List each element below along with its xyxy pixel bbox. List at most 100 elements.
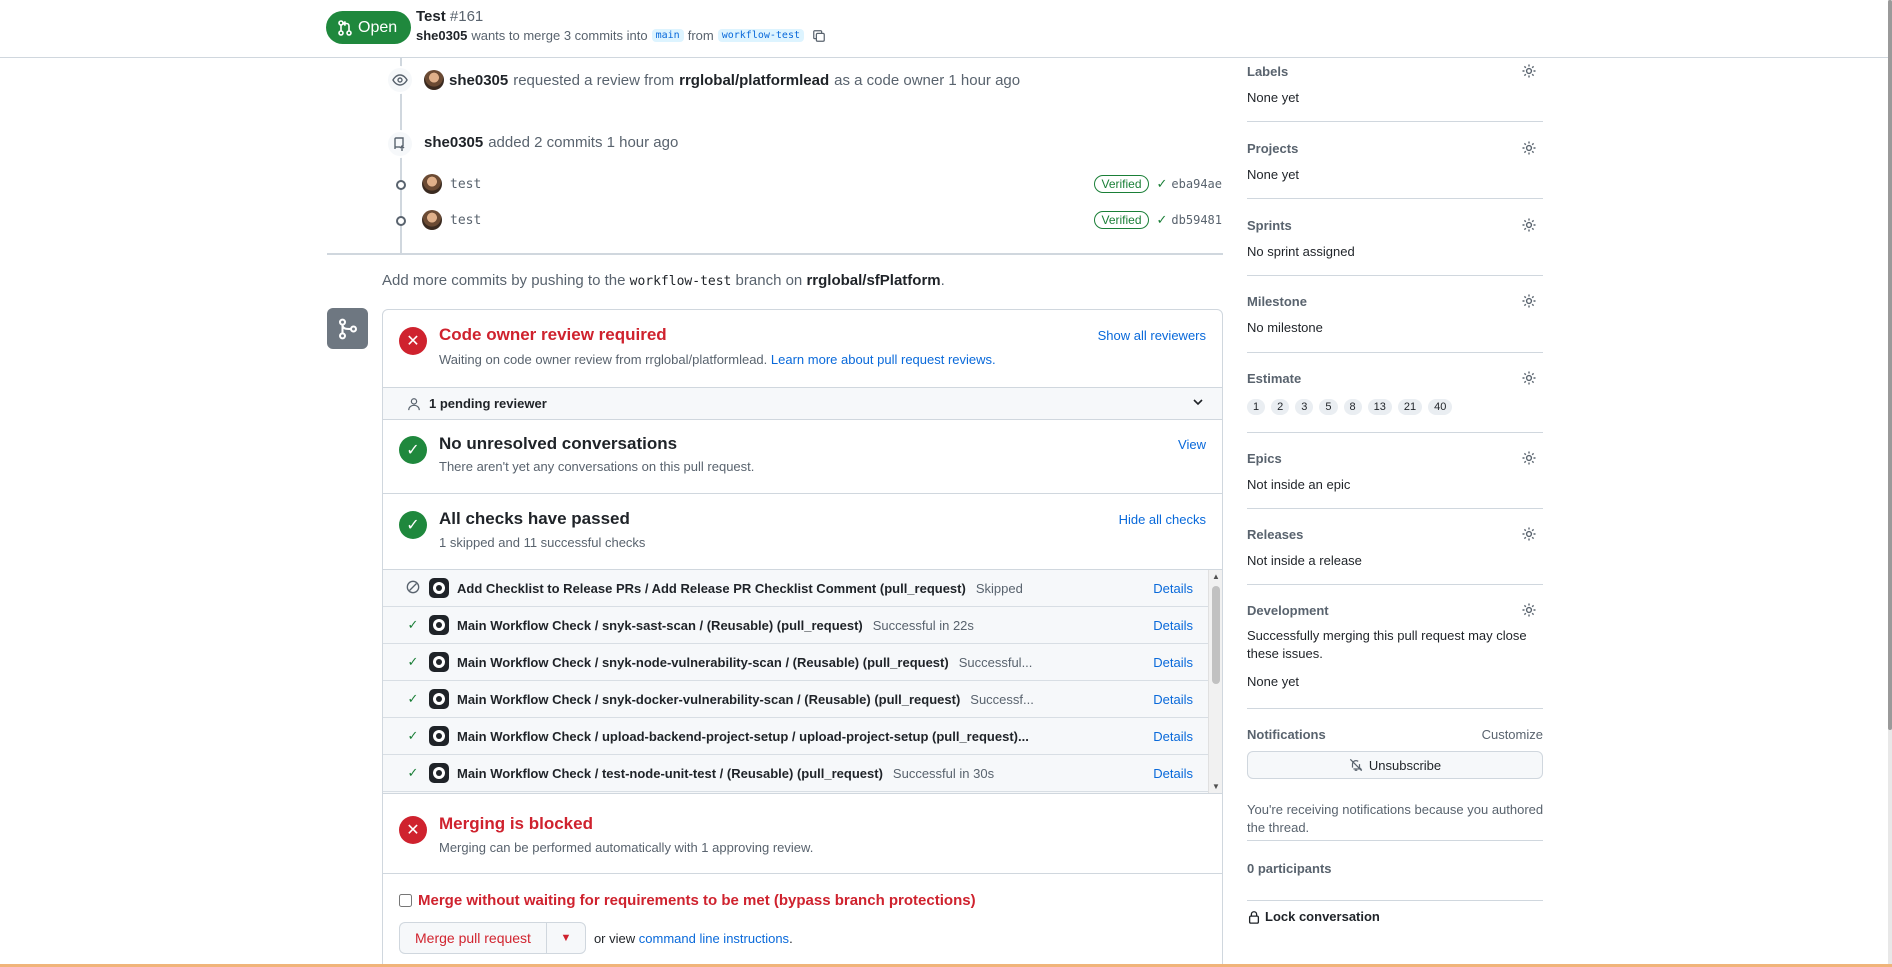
command-line-instructions-link[interactable]: command line instructions — [639, 931, 789, 946]
code-owner-title: Code owner review required — [439, 325, 667, 344]
checks-scroll-thumb[interactable] — [1212, 586, 1220, 684]
team-link[interactable]: rrglobal/platformlead — [679, 72, 829, 89]
estimate-chip[interactable]: 1 — [1247, 399, 1266, 415]
verified-badge[interactable]: Verified — [1094, 211, 1149, 229]
lock-conversation-link[interactable]: Lock conversation — [1247, 909, 1380, 924]
view-conversations-link[interactable]: View — [1178, 437, 1206, 452]
git-commit-icon — [390, 176, 410, 192]
check-icon: ✓ — [407, 765, 419, 780]
releases-heading: Releases — [1247, 527, 1304, 542]
check-name: Main Workflow Check / test-node-unit-tes… — [457, 765, 883, 781]
commit-sha-link[interactable]: db59481 — [1171, 213, 1222, 227]
bypass-protections-option[interactable]: Merge without waiting for requirements t… — [399, 892, 976, 909]
gear-icon[interactable] — [1521, 370, 1537, 386]
code-owner-review-section: ✕ Code owner review required Waiting on … — [383, 310, 1222, 387]
check-icon[interactable]: ✓ — [1157, 176, 1168, 192]
check-circle-icon: ✓ — [399, 511, 427, 539]
estimate-chip[interactable]: 8 — [1343, 399, 1362, 415]
gear-icon[interactable] — [1521, 293, 1537, 309]
page-scrollbar[interactable] — [1888, 0, 1892, 967]
development-desc-line2: these issues. — [1247, 646, 1323, 661]
merge-method-dropdown[interactable]: ▼ — [545, 922, 586, 954]
repo-link[interactable]: rrglobal/sfPlatform — [806, 272, 940, 289]
commit-sha-link[interactable]: eba94ae — [1171, 177, 1222, 191]
merge-pull-request-button[interactable]: Merge pull request — [399, 922, 546, 954]
lock-conversation-label: Lock conversation — [1265, 909, 1380, 924]
pr-title-link[interactable]: Test — [416, 8, 446, 25]
unsubscribe-button[interactable]: Unsubscribe — [1247, 751, 1543, 779]
check-icon: ✓ — [407, 654, 419, 669]
actor-link[interactable]: she0305 — [449, 72, 508, 89]
actor-link[interactable]: she0305 — [424, 134, 483, 151]
check-details-link[interactable]: Details — [1153, 692, 1193, 707]
verified-badge[interactable]: Verified — [1094, 175, 1149, 193]
check-icon: ✓ — [407, 728, 419, 743]
pending-reviewers-toggle[interactable]: 1 pending reviewer — [383, 387, 1222, 420]
check-details-link[interactable]: Details — [1153, 618, 1193, 633]
show-all-reviewers-link[interactable]: Show all reviewers — [1098, 328, 1206, 343]
pr-author-link[interactable]: she0305 — [416, 28, 467, 43]
github-logo-icon — [429, 615, 449, 635]
check-details-link[interactable]: Details — [1153, 655, 1193, 670]
lock-icon — [1248, 910, 1260, 924]
base-branch[interactable]: main — [651, 29, 684, 42]
chevron-down-icon — [1192, 396, 1204, 411]
merge-box: ✕ Code owner review required Waiting on … — [382, 309, 1223, 967]
merging-blocked-desc: Merging can be performed automatically w… — [439, 840, 814, 855]
estimate-chip[interactable]: 13 — [1367, 399, 1392, 415]
checks-scrollbar[interactable]: ▲ ▼ — [1208, 570, 1222, 793]
gear-icon[interactable] — [1521, 63, 1537, 79]
estimate-chip[interactable]: 2 — [1271, 399, 1290, 415]
checks-list[interactable]: Add Checklist to Release PRs / Add Relea… — [383, 569, 1222, 794]
customize-link[interactable]: Customize — [1482, 727, 1543, 742]
code-owner-desc: Waiting on code owner review from rrglob… — [439, 352, 996, 367]
commit-message-link[interactable]: test — [450, 213, 481, 228]
git-merge-icon — [327, 308, 368, 349]
avatar[interactable] — [422, 210, 442, 230]
gear-icon[interactable] — [1521, 217, 1537, 233]
page-scroll-thumb[interactable] — [1888, 0, 1892, 730]
notifications-reason-line2: the thread. — [1247, 820, 1310, 835]
github-logo-icon — [429, 763, 449, 783]
check-status: Successful... — [958, 654, 1033, 670]
event-text: requested a review from — [513, 71, 675, 89]
conversations-section: ✓ No unresolved conversations There aren… — [383, 420, 1222, 494]
avatar[interactable] — [424, 70, 444, 90]
scroll-down-icon[interactable]: ▼ — [1212, 782, 1220, 791]
head-branch[interactable]: workflow-test — [717, 29, 804, 42]
learn-more-link[interactable]: Learn more about pull request reviews. — [771, 352, 996, 367]
gear-icon[interactable] — [1521, 602, 1537, 618]
check-status: Successful in 22s — [872, 617, 974, 633]
estimate-chip[interactable]: 3 — [1295, 399, 1314, 415]
labels-value: None yet — [1247, 90, 1300, 105]
triangle-down-icon: ▼ — [560, 932, 572, 944]
estimate-chip[interactable]: 40 — [1428, 399, 1453, 415]
copy-icon[interactable] — [812, 29, 826, 43]
check-name: Main Workflow Check / snyk-node-vulnerab… — [457, 654, 949, 670]
check-name: Main Workflow Check / snyk-docker-vulner… — [457, 691, 961, 707]
hide-all-checks-link[interactable]: Hide all checks — [1119, 512, 1206, 527]
cmd-prefix: or view — [593, 930, 636, 946]
estimate-chip[interactable]: 5 — [1319, 399, 1338, 415]
scroll-up-icon[interactable]: ▲ — [1212, 572, 1220, 581]
commit-message-link[interactable]: test — [450, 177, 481, 192]
command-line-hint: or view command line instructions. — [594, 931, 793, 946]
gear-icon[interactable] — [1521, 526, 1537, 542]
check-icon[interactable]: ✓ — [1157, 212, 1168, 228]
gear-icon[interactable] — [1521, 140, 1537, 156]
gear-icon[interactable] — [1521, 450, 1537, 466]
check-details-link[interactable]: Details — [1153, 766, 1193, 781]
check-details-link[interactable]: Details — [1153, 581, 1193, 596]
bypass-checkbox[interactable] — [399, 894, 412, 907]
epics-heading: Epics — [1247, 451, 1282, 466]
sidebar-epics: Epics Not inside an epic — [1247, 433, 1543, 509]
check-details-link[interactable]: Details — [1153, 729, 1193, 744]
merge-text: wants to merge 3 commits into — [471, 28, 648, 43]
pr-state-label: Open — [358, 18, 398, 36]
estimate-chip[interactable]: 21 — [1397, 399, 1423, 415]
sidebar-sprints: Sprints No sprint assigned — [1247, 199, 1543, 276]
github-logo-icon — [429, 689, 449, 709]
estimate-options: 1 2 3 5 8 13 21 40 — [1247, 399, 1453, 415]
check-name: Add Checklist to Release PRs / Add Relea… — [457, 580, 966, 596]
avatar[interactable] — [422, 174, 442, 194]
